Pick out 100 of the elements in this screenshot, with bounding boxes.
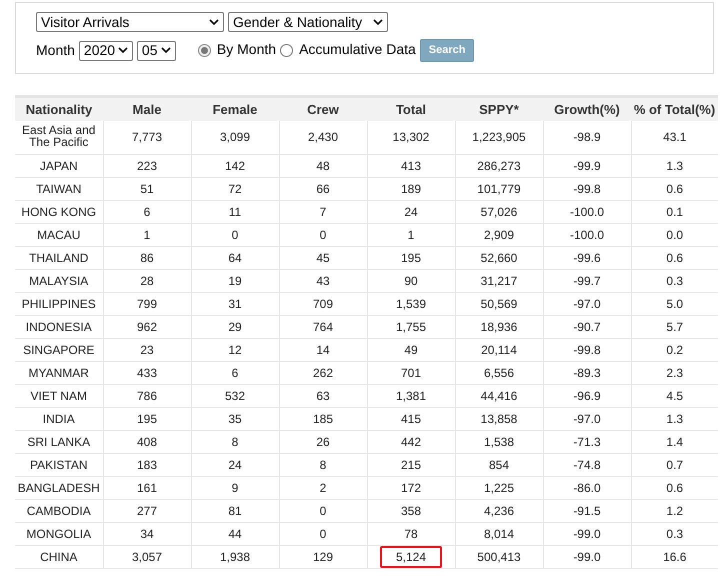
table-cell: 0 (320, 228, 326, 242)
table-cell: 13,858 (480, 412, 518, 426)
table-cell: INDONESIA (26, 320, 92, 334)
table-cell: 19 (228, 274, 242, 288)
table-cell: 1.3 (666, 159, 684, 173)
table-cell: TAIWAN (36, 182, 82, 196)
table-cell: 532 (224, 389, 246, 403)
table-cell-text: 701 (400, 365, 422, 382)
table-cell: 81 (228, 504, 242, 518)
column-header: Crew (279, 96, 367, 120)
table-cell: 142 (224, 159, 246, 173)
table-cell-text: 189 (400, 181, 422, 198)
table-cell: 799 (136, 297, 158, 311)
radio-button[interactable] (198, 44, 211, 57)
table-cell: 0.3 (666, 274, 684, 288)
table-cell: 16.6 (663, 550, 686, 564)
table-cell: 31 (228, 297, 242, 311)
table-cell: THAILAND (29, 251, 88, 265)
table-cell: 433 (136, 366, 158, 380)
table-cell: 52,660 (480, 251, 518, 265)
table-cell-text: 13,302 (392, 129, 430, 146)
table-cell: 1.2 (666, 504, 684, 518)
table-cell: 183 (136, 458, 158, 472)
column-header: Nationality (15, 96, 103, 120)
table-cell: 0.6 (666, 481, 684, 495)
table-cell-text: East Asia and The Pacific (21, 124, 96, 148)
table-cell: 854 (488, 458, 510, 472)
dropdown[interactable]: Gender & Nationality (228, 12, 388, 32)
table-cell-text: 1,539 (394, 296, 428, 313)
table-cell: 50,569 (480, 297, 518, 311)
table-cell: -86.0 (573, 481, 601, 495)
table-cell: 9 (232, 481, 238, 495)
radio-label: Accumulative Data (299, 40, 416, 58)
table-cell: 1,225 (484, 481, 514, 495)
table-cell: 5.7 (666, 320, 684, 334)
table-cell: 1,938 (220, 550, 250, 564)
table-cell: 962 (136, 320, 158, 334)
dropdown[interactable]: 2020 (78, 40, 133, 60)
table-cell: 0.2 (666, 343, 684, 357)
table-cell: 764 (312, 320, 334, 334)
table-cell: -99.8 (573, 182, 601, 196)
table-cell: 34 (140, 527, 154, 541)
chevron-down-icon (373, 18, 383, 26)
table-cell: -97.0 (573, 297, 601, 311)
table-cell: 44 (228, 527, 242, 541)
table-cell: 66 (316, 182, 330, 196)
table-cell: 23 (140, 343, 154, 357)
table-cell: 35 (228, 412, 242, 426)
chevron-down-icon (118, 47, 128, 54)
table-cell: 31,217 (480, 274, 518, 288)
table-cell: MYANMAR (28, 366, 89, 380)
table-cell-text: 215 (400, 457, 422, 474)
table-cell-text: 413 (400, 158, 422, 175)
table-cell: MACAU (37, 228, 80, 242)
table-cell: CAMBODIA (26, 504, 91, 518)
table-cell: 0.7 (666, 458, 684, 472)
table-cell-text: 90 (403, 273, 419, 290)
table-cell: -97.0 (573, 412, 601, 426)
table-cell-text: 195 (400, 250, 422, 267)
column-header: Male (103, 96, 191, 120)
table-cell-text: 415 (400, 411, 422, 428)
chevron-down-icon (209, 18, 219, 26)
table-cell: INDIA (42, 412, 75, 426)
column-header: % of Total(%) (631, 96, 718, 120)
table-cell: -100.0 (570, 228, 604, 242)
table-cell-text: 24 (403, 204, 419, 221)
radio-button[interactable] (280, 44, 294, 57)
table-cell: 1 (144, 228, 150, 242)
table-cell: 0 (320, 504, 326, 518)
dropdown[interactable]: 05 (136, 40, 176, 60)
table-cell: 63 (316, 389, 330, 403)
table-cell: SINGAPORE (23, 343, 94, 357)
table-cell: 1.4 (666, 435, 684, 449)
column-header: Female (191, 96, 279, 120)
table-cell: 1,538 (484, 435, 514, 449)
table-cell: 161 (136, 481, 158, 495)
table-cell: 6 (232, 366, 238, 380)
table-cell: -96.9 (573, 389, 601, 403)
table-cell: -99.8 (573, 343, 601, 357)
table-cell: 101,779 (477, 182, 521, 196)
dropdown[interactable]: Visitor Arrivals (36, 12, 224, 32)
table-cell: 6 (144, 205, 150, 219)
table-cell: 7,773 (132, 130, 162, 144)
table-cell: 0.6 (666, 182, 684, 196)
table-cell: 26 (316, 435, 330, 449)
table-cell-text: 1,755 (394, 319, 428, 336)
column-header: Total (367, 96, 455, 120)
table-cell: 43.1 (663, 130, 686, 144)
table-cell: 0 (320, 527, 326, 541)
table-cell: 20,114 (481, 343, 517, 357)
table-cell: 8 (320, 458, 326, 472)
table-cell-text: 358 (400, 503, 422, 520)
table-cell-text: 442 (400, 434, 422, 451)
table-cell: -99.9 (573, 159, 601, 173)
table-cell: 408 (136, 435, 158, 449)
table-cell: 8 (232, 435, 238, 449)
table-cell: SRI LANKA (27, 435, 90, 449)
table-cell: 2,909 (484, 228, 514, 242)
column-header: Growth(%) (543, 96, 631, 120)
table-cell-text: 1 (406, 227, 416, 244)
